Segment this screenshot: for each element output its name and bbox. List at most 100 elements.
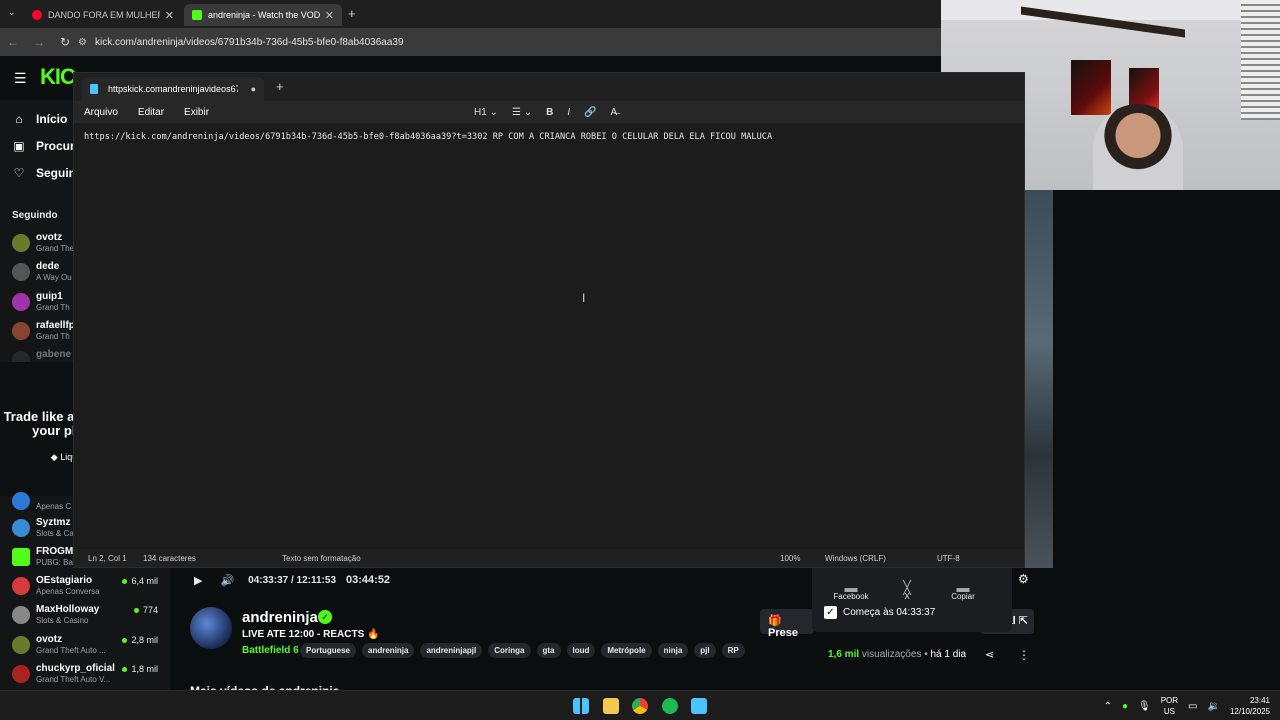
zoom-level[interactable]: 100% [780, 554, 800, 563]
close-tab-icon[interactable]: ✕ [165, 9, 174, 22]
windows-taskbar: ⌃ ● 🎙 POR US ▭ 🔉 23:41 12/10/2025 [0, 690, 1280, 720]
vod-stats: 1,6 mil visualizações • há 1 dia [828, 649, 966, 660]
heading-dropdown[interactable]: H1 ⌄ [474, 107, 498, 118]
new-tab-icon[interactable]: + [348, 6, 356, 21]
viewer-count: 1,8 mil [122, 664, 158, 674]
back-icon[interactable]: ← [0, 35, 26, 49]
verified-badge-icon: ✓ [318, 610, 332, 624]
play-icon[interactable]: ▶ [194, 574, 202, 587]
speaker-icon[interactable]: 🔉 [1208, 701, 1220, 712]
url-field[interactable]: kick.com/andreninja/videos/6791b34b-736d… [95, 37, 404, 48]
view-count: 1,6 mil [828, 649, 860, 660]
gift-button[interactable]: 🎁 Prese [760, 609, 814, 639]
clear-format-icon[interactable]: A̶ [611, 107, 618, 118]
status-dot-icon[interactable]: ● [1122, 701, 1128, 712]
stream-category[interactable]: Battlefield 6 [242, 645, 299, 656]
channel-name: Syztmz [36, 517, 71, 528]
avatar [12, 548, 30, 566]
channel-name: chuckyrp_oficial [36, 663, 115, 674]
chevron-up-icon[interactable]: ⌃ [1104, 701, 1112, 712]
menu-exibir[interactable]: Exibir [184, 107, 209, 118]
line-ending[interactable]: Windows (CRLF) [825, 554, 886, 563]
new-tab-icon[interactable]: + [276, 79, 284, 94]
kick-favicon-icon [192, 10, 202, 20]
tag-chip[interactable]: RP [721, 643, 745, 658]
chrome-icon[interactable] [632, 698, 648, 714]
share-label: X [904, 592, 910, 601]
live-dot-icon [122, 667, 128, 673]
channel-item[interactable]: ovotz Grand Theft Auto ... 2,8 mil [10, 632, 170, 660]
text-format[interactable]: Texto sem formatação [282, 554, 361, 563]
site-info-icon[interactable]: ⚙ [78, 37, 87, 48]
video-frame-visible [1025, 190, 1053, 568]
screen: ⌄ DANDO FORA EM MULHERES N ✕ andreninja … [0, 0, 1280, 720]
avatar [12, 577, 30, 595]
tag-chip[interactable]: Metrópole [601, 643, 652, 658]
channel-name: ovotz [36, 232, 63, 243]
streamer-name[interactable]: andreninja [242, 609, 318, 626]
sidebar-item-inicio[interactable]: ⌂ Início [12, 112, 67, 126]
channel-name: OEstagiario [36, 575, 93, 586]
close-tab-icon[interactable]: ✕ [325, 9, 334, 22]
bold-button[interactable]: B [546, 107, 553, 118]
microphone-icon[interactable]: 🎙 [1138, 701, 1151, 712]
channel-name: ovotz [36, 634, 63, 645]
notepad-editor-text[interactable]: https://kick.com/andreninja/videos/6791b… [84, 132, 772, 142]
notepad-tab[interactable]: httpskick.comandreninjavideos679 ● [82, 77, 264, 101]
windows-start-icon[interactable] [573, 698, 589, 714]
tag-chip[interactable]: Portuguese [300, 643, 357, 658]
more-options-icon[interactable]: ⋮ [1018, 648, 1030, 662]
input-language[interactable]: POR US [1161, 695, 1178, 717]
cursor-position: Ln 2, Col 1 [88, 554, 127, 563]
tab-list-icon[interactable]: ⌄ [8, 7, 16, 18]
menu-icon[interactable]: ☰ [14, 70, 27, 87]
tag-chip[interactable]: loud [566, 643, 596, 658]
viewer-count: 6,4 mil [122, 576, 158, 586]
streamer-avatar[interactable] [190, 607, 232, 649]
checkbox-checked-icon[interactable]: ✓ [824, 606, 837, 619]
webcam-person [1093, 104, 1183, 190]
reload-icon[interactable]: ↻ [52, 35, 78, 49]
tag-chip[interactable]: Coringa [488, 643, 531, 658]
channel-item[interactable]: OEstagiario Apenas Conversa 6,4 mil [10, 573, 170, 601]
tag-chip[interactable]: ninja [657, 643, 689, 658]
settings-gear-icon[interactable]: ⚙ [1018, 572, 1029, 586]
notepad-tab-bar: httpskick.comandreninjavideos679 ● + [74, 73, 1024, 101]
notepad-taskbar-icon[interactable] [691, 698, 707, 714]
tag-chip[interactable]: andreninjapjl [420, 643, 483, 658]
menu-arquivo[interactable]: Arquivo [84, 107, 118, 118]
start-at-option[interactable]: ✓ Começa às 04:33:37 [824, 606, 935, 619]
tag-chip[interactable]: andreninja [362, 643, 415, 658]
browser-tab-kick[interactable]: andreninja - Watch the VOD on ✕ [184, 4, 342, 26]
share-icon[interactable]: ⋖ [985, 648, 994, 661]
stream-tags: Portuguese andreninja andreninjapjl Cori… [300, 643, 745, 658]
share-copy[interactable]: ▬ Copiar [938, 580, 988, 601]
channel-item[interactable]: MaxHolloway Slots & Casino 774 [10, 602, 170, 630]
channel-game: Slots & Casino [36, 616, 89, 625]
volume-icon[interactable]: 🔊 [220, 574, 234, 587]
unsaved-dot-icon[interactable]: ● [251, 84, 256, 94]
tag-chip[interactable]: pjl [694, 643, 716, 658]
clock[interactable]: 23:41 12/10/2025 [1230, 695, 1270, 717]
network-icon[interactable]: ▭ [1188, 701, 1197, 712]
encoding[interactable]: UTF-8 [937, 554, 960, 563]
viewer-count-value: 774 [142, 605, 158, 615]
browser-tab-youtube[interactable]: DANDO FORA EM MULHERES N ✕ [24, 4, 182, 26]
list-dropdown[interactable]: ☰ ⌄ [512, 107, 532, 118]
kick-logo[interactable]: KIC [40, 64, 76, 90]
view-label: visualizações [861, 649, 922, 660]
file-explorer-icon[interactable] [603, 698, 619, 714]
heart-icon: ♡ [13, 166, 25, 180]
sidebar-item-procurar[interactable]: ▣ Procura [12, 139, 81, 153]
channel-item[interactable]: chuckyrp_oficial Grand Theft Auto V... 1… [10, 661, 170, 689]
copy-icon: ▬ [956, 580, 970, 595]
share-x[interactable]: ╳ X [882, 580, 932, 601]
menu-editar[interactable]: Editar [138, 107, 164, 118]
tag-chip[interactable]: gta [536, 643, 561, 658]
link-icon[interactable]: 🔗 [584, 107, 596, 118]
share-facebook[interactable]: ▬ Facebook [826, 580, 876, 601]
compass-icon: ▣ [13, 139, 25, 153]
italic-button[interactable]: I [567, 107, 570, 118]
spotify-icon[interactable] [662, 698, 678, 714]
forward-icon[interactable]: → [26, 35, 52, 49]
